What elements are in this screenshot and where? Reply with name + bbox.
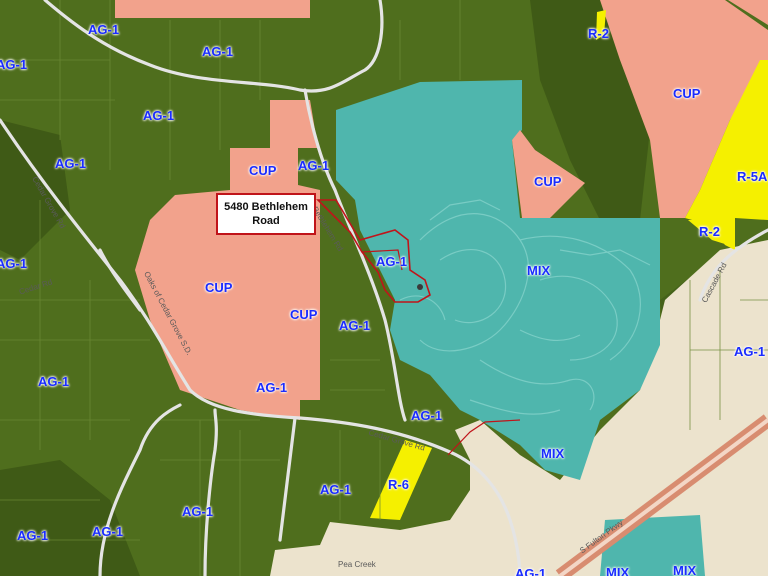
zone-label-r5a: R-5A bbox=[737, 169, 768, 184]
subject-location-marker bbox=[417, 284, 423, 290]
zone-label-mix: MIX bbox=[673, 563, 697, 576]
zone-label-cup: CUP bbox=[205, 280, 233, 295]
zone-label-ag1: AG-1 bbox=[0, 57, 28, 72]
zone-label-cup: CUP bbox=[534, 174, 562, 189]
zoning-map-canvas bbox=[0, 0, 768, 576]
zone-label-ag1: AG-1 bbox=[38, 374, 70, 389]
zone-label-r2: R-2 bbox=[699, 224, 720, 239]
zoning-map[interactable]: Bethlehem Rd Oaks of Cedar Grove S.D. Ce… bbox=[0, 0, 768, 576]
cup-zone bbox=[115, 0, 310, 18]
zone-label-ag1: AG-1 bbox=[88, 22, 120, 37]
zone-label-ag1: AG-1 bbox=[339, 318, 371, 333]
zone-label-ag1: AG-1 bbox=[55, 156, 87, 171]
zone-label-ag1: AG-1 bbox=[411, 408, 443, 423]
street-label-pea-creek: Pea Creek bbox=[338, 560, 376, 569]
address-callout[interactable]: 5480 Bethlehem Road bbox=[216, 193, 316, 235]
zone-label-ag1: AG-1 bbox=[298, 158, 330, 173]
zone-label-mix: MIX bbox=[606, 565, 630, 576]
zone-label-ag1-subject: AG-1 bbox=[376, 254, 408, 269]
zone-label-cup: CUP bbox=[249, 163, 277, 178]
zone-label-ag1: AG-1 bbox=[256, 380, 288, 395]
callout-line-1: 5480 Bethlehem bbox=[224, 201, 308, 213]
zone-label-ag1: AG-1 bbox=[515, 566, 547, 576]
zone-label-r6: R-6 bbox=[388, 477, 409, 492]
zone-label-ag1: AG-1 bbox=[0, 256, 28, 271]
zone-label-ag1: AG-1 bbox=[143, 108, 175, 123]
zone-label-ag1: AG-1 bbox=[17, 528, 49, 543]
callout-line-2: Road bbox=[252, 215, 280, 227]
zone-label-ag1: AG-1 bbox=[92, 524, 124, 539]
zone-label-cup: CUP bbox=[673, 86, 701, 101]
zone-label-mix: MIX bbox=[527, 263, 551, 278]
zone-label-cup: CUP bbox=[290, 307, 318, 322]
zone-label-ag1: AG-1 bbox=[320, 482, 352, 497]
zone-label-mix: MIX bbox=[541, 446, 565, 461]
zone-label-r2: R-2 bbox=[588, 26, 609, 41]
zone-label-ag1: AG-1 bbox=[182, 504, 214, 519]
zone-label-ag1: AG-1 bbox=[202, 44, 234, 59]
zone-label-ag1: AG-1 bbox=[734, 344, 766, 359]
